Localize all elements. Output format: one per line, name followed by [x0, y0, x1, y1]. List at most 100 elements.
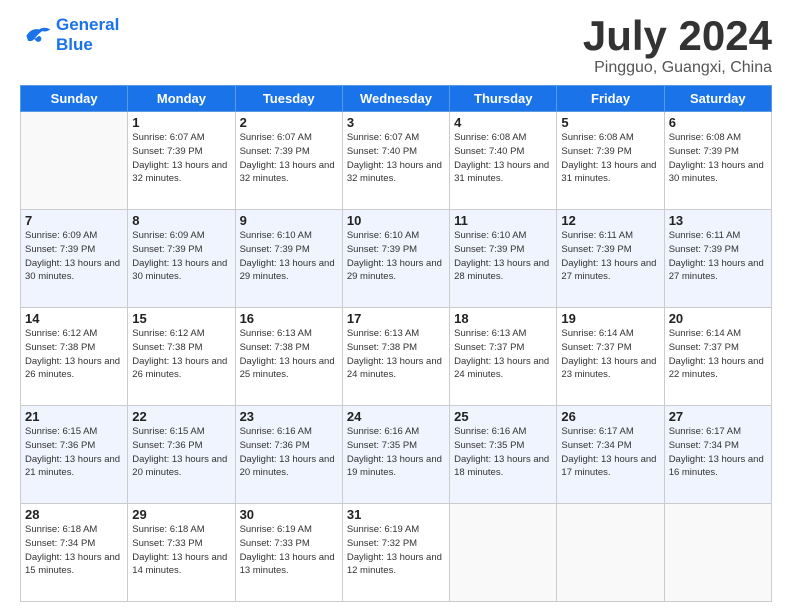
table-row: 13Sunrise: 6:11 AMSunset: 7:39 PMDayligh…: [664, 210, 771, 308]
table-row: 29Sunrise: 6:18 AMSunset: 7:33 PMDayligh…: [128, 504, 235, 602]
day-info: Sunrise: 6:13 AMSunset: 7:37 PMDaylight:…: [454, 327, 552, 382]
day-info: Sunrise: 6:17 AMSunset: 7:34 PMDaylight:…: [669, 425, 767, 480]
day-info: Sunrise: 6:15 AMSunset: 7:36 PMDaylight:…: [132, 425, 230, 480]
day-info: Sunrise: 6:10 AMSunset: 7:39 PMDaylight:…: [240, 229, 338, 284]
day-number: 11: [454, 213, 552, 228]
day-number: 22: [132, 409, 230, 424]
col-friday: Friday: [557, 86, 664, 112]
col-tuesday: Tuesday: [235, 86, 342, 112]
header: General Blue July 2024 Pingguo, Guangxi,…: [20, 15, 772, 77]
col-saturday: Saturday: [664, 86, 771, 112]
table-row: [450, 504, 557, 602]
day-info: Sunrise: 6:19 AMSunset: 7:33 PMDaylight:…: [240, 523, 338, 578]
day-info: Sunrise: 6:13 AMSunset: 7:38 PMDaylight:…: [240, 327, 338, 382]
table-row: 15Sunrise: 6:12 AMSunset: 7:38 PMDayligh…: [128, 308, 235, 406]
calendar-week-row: 1Sunrise: 6:07 AMSunset: 7:39 PMDaylight…: [21, 112, 772, 210]
day-info: Sunrise: 6:16 AMSunset: 7:35 PMDaylight:…: [454, 425, 552, 480]
day-number: 3: [347, 115, 445, 130]
day-number: 20: [669, 311, 767, 326]
table-row: 11Sunrise: 6:10 AMSunset: 7:39 PMDayligh…: [450, 210, 557, 308]
day-info: Sunrise: 6:11 AMSunset: 7:39 PMDaylight:…: [669, 229, 767, 284]
day-number: 4: [454, 115, 552, 130]
table-row: 6Sunrise: 6:08 AMSunset: 7:39 PMDaylight…: [664, 112, 771, 210]
table-row: 26Sunrise: 6:17 AMSunset: 7:34 PMDayligh…: [557, 406, 664, 504]
day-info: Sunrise: 6:16 AMSunset: 7:36 PMDaylight:…: [240, 425, 338, 480]
table-row: 19Sunrise: 6:14 AMSunset: 7:37 PMDayligh…: [557, 308, 664, 406]
table-row: 3Sunrise: 6:07 AMSunset: 7:40 PMDaylight…: [342, 112, 449, 210]
day-number: 5: [561, 115, 659, 130]
table-row: 23Sunrise: 6:16 AMSunset: 7:36 PMDayligh…: [235, 406, 342, 504]
table-row: [21, 112, 128, 210]
table-row: 22Sunrise: 6:15 AMSunset: 7:36 PMDayligh…: [128, 406, 235, 504]
day-info: Sunrise: 6:12 AMSunset: 7:38 PMDaylight:…: [25, 327, 123, 382]
table-row: 31Sunrise: 6:19 AMSunset: 7:32 PMDayligh…: [342, 504, 449, 602]
day-number: 31: [347, 507, 445, 522]
day-info: Sunrise: 6:15 AMSunset: 7:36 PMDaylight:…: [25, 425, 123, 480]
table-row: 17Sunrise: 6:13 AMSunset: 7:38 PMDayligh…: [342, 308, 449, 406]
day-number: 27: [669, 409, 767, 424]
day-number: 17: [347, 311, 445, 326]
table-row: 24Sunrise: 6:16 AMSunset: 7:35 PMDayligh…: [342, 406, 449, 504]
day-info: Sunrise: 6:08 AMSunset: 7:39 PMDaylight:…: [561, 131, 659, 186]
day-info: Sunrise: 6:14 AMSunset: 7:37 PMDaylight:…: [561, 327, 659, 382]
page: General Blue July 2024 Pingguo, Guangxi,…: [0, 0, 792, 612]
day-info: Sunrise: 6:09 AMSunset: 7:39 PMDaylight:…: [25, 229, 123, 284]
day-number: 13: [669, 213, 767, 228]
table-row: 5Sunrise: 6:08 AMSunset: 7:39 PMDaylight…: [557, 112, 664, 210]
day-number: 7: [25, 213, 123, 228]
table-row: 16Sunrise: 6:13 AMSunset: 7:38 PMDayligh…: [235, 308, 342, 406]
day-info: Sunrise: 6:18 AMSunset: 7:33 PMDaylight:…: [132, 523, 230, 578]
table-row: [664, 504, 771, 602]
calendar-header-row: Sunday Monday Tuesday Wednesday Thursday…: [21, 86, 772, 112]
day-number: 23: [240, 409, 338, 424]
title-block: July 2024 Pingguo, Guangxi, China: [583, 15, 772, 77]
day-info: Sunrise: 6:08 AMSunset: 7:39 PMDaylight:…: [669, 131, 767, 186]
table-row: 18Sunrise: 6:13 AMSunset: 7:37 PMDayligh…: [450, 308, 557, 406]
day-info: Sunrise: 6:19 AMSunset: 7:32 PMDaylight:…: [347, 523, 445, 578]
table-row: 27Sunrise: 6:17 AMSunset: 7:34 PMDayligh…: [664, 406, 771, 504]
table-row: 8Sunrise: 6:09 AMSunset: 7:39 PMDaylight…: [128, 210, 235, 308]
table-row: 7Sunrise: 6:09 AMSunset: 7:39 PMDaylight…: [21, 210, 128, 308]
table-row: 2Sunrise: 6:07 AMSunset: 7:39 PMDaylight…: [235, 112, 342, 210]
day-number: 28: [25, 507, 123, 522]
table-row: 12Sunrise: 6:11 AMSunset: 7:39 PMDayligh…: [557, 210, 664, 308]
day-info: Sunrise: 6:09 AMSunset: 7:39 PMDaylight:…: [132, 229, 230, 284]
day-info: Sunrise: 6:10 AMSunset: 7:39 PMDaylight:…: [347, 229, 445, 284]
day-number: 24: [347, 409, 445, 424]
day-info: Sunrise: 6:12 AMSunset: 7:38 PMDaylight:…: [132, 327, 230, 382]
table-row: 30Sunrise: 6:19 AMSunset: 7:33 PMDayligh…: [235, 504, 342, 602]
day-number: 19: [561, 311, 659, 326]
day-number: 14: [25, 311, 123, 326]
day-number: 16: [240, 311, 338, 326]
day-number: 15: [132, 311, 230, 326]
day-info: Sunrise: 6:17 AMSunset: 7:34 PMDaylight:…: [561, 425, 659, 480]
logo-icon: [20, 21, 52, 49]
calendar-week-row: 7Sunrise: 6:09 AMSunset: 7:39 PMDaylight…: [21, 210, 772, 308]
day-number: 1: [132, 115, 230, 130]
table-row: 9Sunrise: 6:10 AMSunset: 7:39 PMDaylight…: [235, 210, 342, 308]
day-info: Sunrise: 6:07 AMSunset: 7:39 PMDaylight:…: [132, 131, 230, 186]
day-number: 29: [132, 507, 230, 522]
day-number: 2: [240, 115, 338, 130]
day-info: Sunrise: 6:13 AMSunset: 7:38 PMDaylight:…: [347, 327, 445, 382]
day-number: 30: [240, 507, 338, 522]
location: Pingguo, Guangxi, China: [583, 59, 772, 77]
calendar-week-row: 21Sunrise: 6:15 AMSunset: 7:36 PMDayligh…: [21, 406, 772, 504]
day-number: 12: [561, 213, 659, 228]
day-number: 6: [669, 115, 767, 130]
table-row: 20Sunrise: 6:14 AMSunset: 7:37 PMDayligh…: [664, 308, 771, 406]
day-number: 21: [25, 409, 123, 424]
day-info: Sunrise: 6:07 AMSunset: 7:40 PMDaylight:…: [347, 131, 445, 186]
table-row: 21Sunrise: 6:15 AMSunset: 7:36 PMDayligh…: [21, 406, 128, 504]
day-info: Sunrise: 6:08 AMSunset: 7:40 PMDaylight:…: [454, 131, 552, 186]
day-number: 8: [132, 213, 230, 228]
day-number: 18: [454, 311, 552, 326]
day-number: 10: [347, 213, 445, 228]
logo: General Blue: [20, 15, 119, 54]
month-title: July 2024: [583, 15, 772, 57]
table-row: 4Sunrise: 6:08 AMSunset: 7:40 PMDaylight…: [450, 112, 557, 210]
day-info: Sunrise: 6:10 AMSunset: 7:39 PMDaylight:…: [454, 229, 552, 284]
table-row: [557, 504, 664, 602]
table-row: 1Sunrise: 6:07 AMSunset: 7:39 PMDaylight…: [128, 112, 235, 210]
calendar-week-row: 14Sunrise: 6:12 AMSunset: 7:38 PMDayligh…: [21, 308, 772, 406]
